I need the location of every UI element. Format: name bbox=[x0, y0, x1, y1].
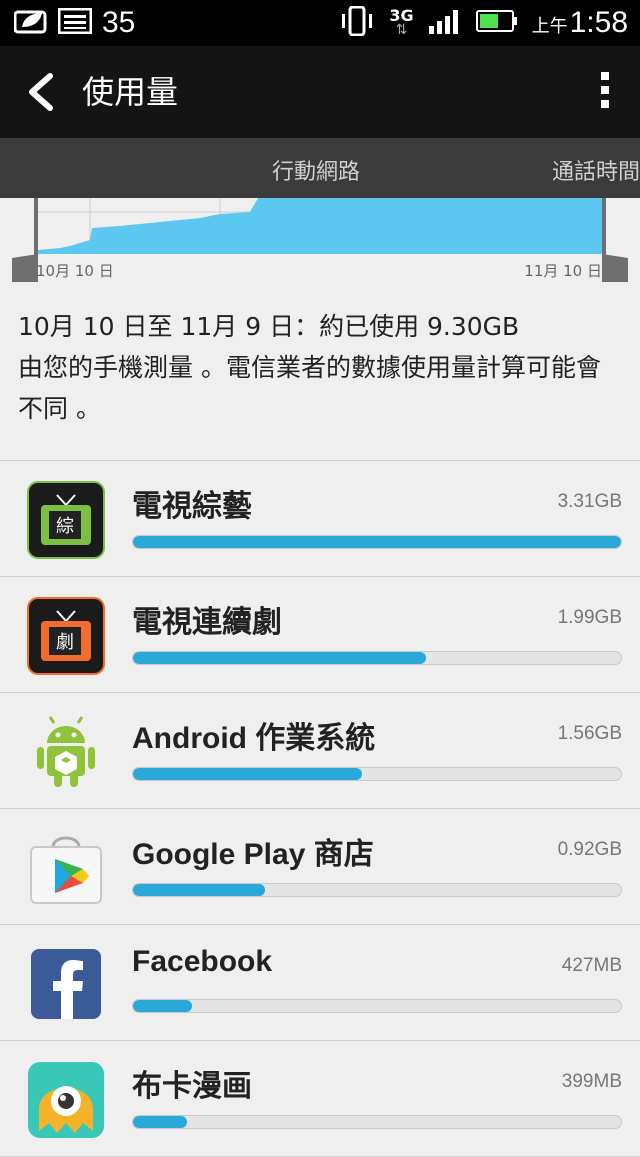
app-name: Google Play 商店 bbox=[132, 838, 374, 871]
usage-bar bbox=[132, 999, 622, 1013]
app-name: Facebook bbox=[132, 945, 273, 978]
usage-bar bbox=[132, 767, 622, 781]
app-row[interactable]: 布卡漫画 399MB bbox=[0, 1041, 640, 1157]
tab-mobile-network[interactable]: 行動網路 bbox=[272, 154, 360, 186]
svg-text:劇: 劇 bbox=[56, 632, 74, 653]
app-name: 電視綜藝 bbox=[132, 490, 252, 523]
app-row[interactable]: 綜 電視綜藝 3.31GB bbox=[0, 461, 640, 577]
facebook-icon bbox=[27, 945, 105, 1023]
app-row[interactable]: Android 作業系統 1.56GB bbox=[0, 693, 640, 809]
network-type: 3G bbox=[389, 6, 414, 25]
battery-icon bbox=[475, 9, 518, 37]
clock: 上午1:58 bbox=[532, 6, 628, 40]
usage-bar-fill bbox=[133, 652, 426, 664]
app-size: 3.31GB bbox=[557, 491, 622, 512]
tv-drama-icon: 劇 bbox=[27, 597, 105, 675]
range-end-handle[interactable] bbox=[602, 254, 628, 282]
usage-bar-fill bbox=[133, 1116, 187, 1128]
usage-bar bbox=[132, 1115, 622, 1129]
google-play-icon bbox=[27, 829, 105, 907]
usage-bar-fill bbox=[133, 884, 265, 896]
page-title: 使用量 bbox=[82, 73, 179, 111]
usage-bar-fill bbox=[133, 1000, 192, 1012]
svg-text:綜: 綜 bbox=[56, 516, 74, 537]
app-row[interactable]: Facebook 427MB bbox=[0, 925, 640, 1041]
app-size: 1.56GB bbox=[557, 723, 622, 744]
image-icon bbox=[57, 7, 93, 38]
buka-comic-icon bbox=[27, 1061, 105, 1139]
usage-bar-fill bbox=[133, 536, 621, 548]
graph-start-label: 10月 10 日 bbox=[36, 262, 114, 280]
notification-count: 35 bbox=[102, 6, 136, 39]
tab-bar: 行動網路 通話時間 bbox=[0, 138, 640, 198]
summary-line-2: 由您的手機測量 。電信業者的數據使用量計算可能會不同 。 bbox=[18, 353, 601, 423]
app-size: 399MB bbox=[561, 1071, 622, 1092]
signal-icon bbox=[428, 8, 462, 38]
status-bar: 35 3G ⇅ 上午1:58 bbox=[0, 0, 640, 46]
usage-graph: 10月 10 日 11月 10 日 bbox=[0, 198, 640, 290]
app-name: Android 作業系統 bbox=[132, 722, 376, 755]
app-row[interactable]: Google Play 商店 0.92GB bbox=[0, 809, 640, 925]
usage-summary: 10月 10 日至 11月 9 日：約已使用 9.30GB 由您的手機測量 。電… bbox=[18, 306, 624, 429]
chevron-left-icon bbox=[29, 73, 53, 111]
time-label: 1:58 bbox=[569, 6, 628, 39]
app-size: 427MB bbox=[561, 955, 622, 976]
app-name: 布卡漫画 bbox=[132, 1070, 252, 1103]
vibrate-icon bbox=[339, 5, 375, 40]
graph-end-label: 11月 10 日 bbox=[524, 262, 602, 280]
android-icon bbox=[27, 713, 105, 791]
ampm-label: 上午 bbox=[531, 16, 568, 37]
usage-bar bbox=[132, 883, 622, 897]
app-size: 0.92GB bbox=[557, 839, 622, 860]
usage-bar bbox=[132, 651, 622, 665]
app-usage-list: 綜 電視綜藝 3.31GB 劇 電視連續劇 1.99GB Android 作業系… bbox=[0, 460, 640, 1157]
app-size: 1.99GB bbox=[557, 607, 622, 628]
app-row[interactable]: 劇 電視連續劇 1.99GB bbox=[0, 577, 640, 693]
app-name: 電視連續劇 bbox=[132, 606, 282, 639]
tv-variety-icon: 綜 bbox=[27, 481, 105, 559]
leaf-icon bbox=[13, 7, 48, 39]
back-button[interactable] bbox=[24, 70, 64, 114]
usage-bar-fill bbox=[133, 768, 363, 780]
summary-line-1: 10月 10 日至 11月 9 日：約已使用 9.30GB bbox=[18, 312, 520, 341]
3g-data-icon: 3G ⇅ bbox=[389, 6, 414, 38]
range-start-handle[interactable] bbox=[12, 254, 38, 282]
usage-area bbox=[38, 198, 602, 254]
app-bar: 使用量 bbox=[0, 46, 640, 138]
usage-bar bbox=[132, 535, 622, 549]
tab-call-time[interactable]: 通話時間 bbox=[552, 154, 640, 186]
overflow-menu-button[interactable] bbox=[600, 72, 610, 112]
